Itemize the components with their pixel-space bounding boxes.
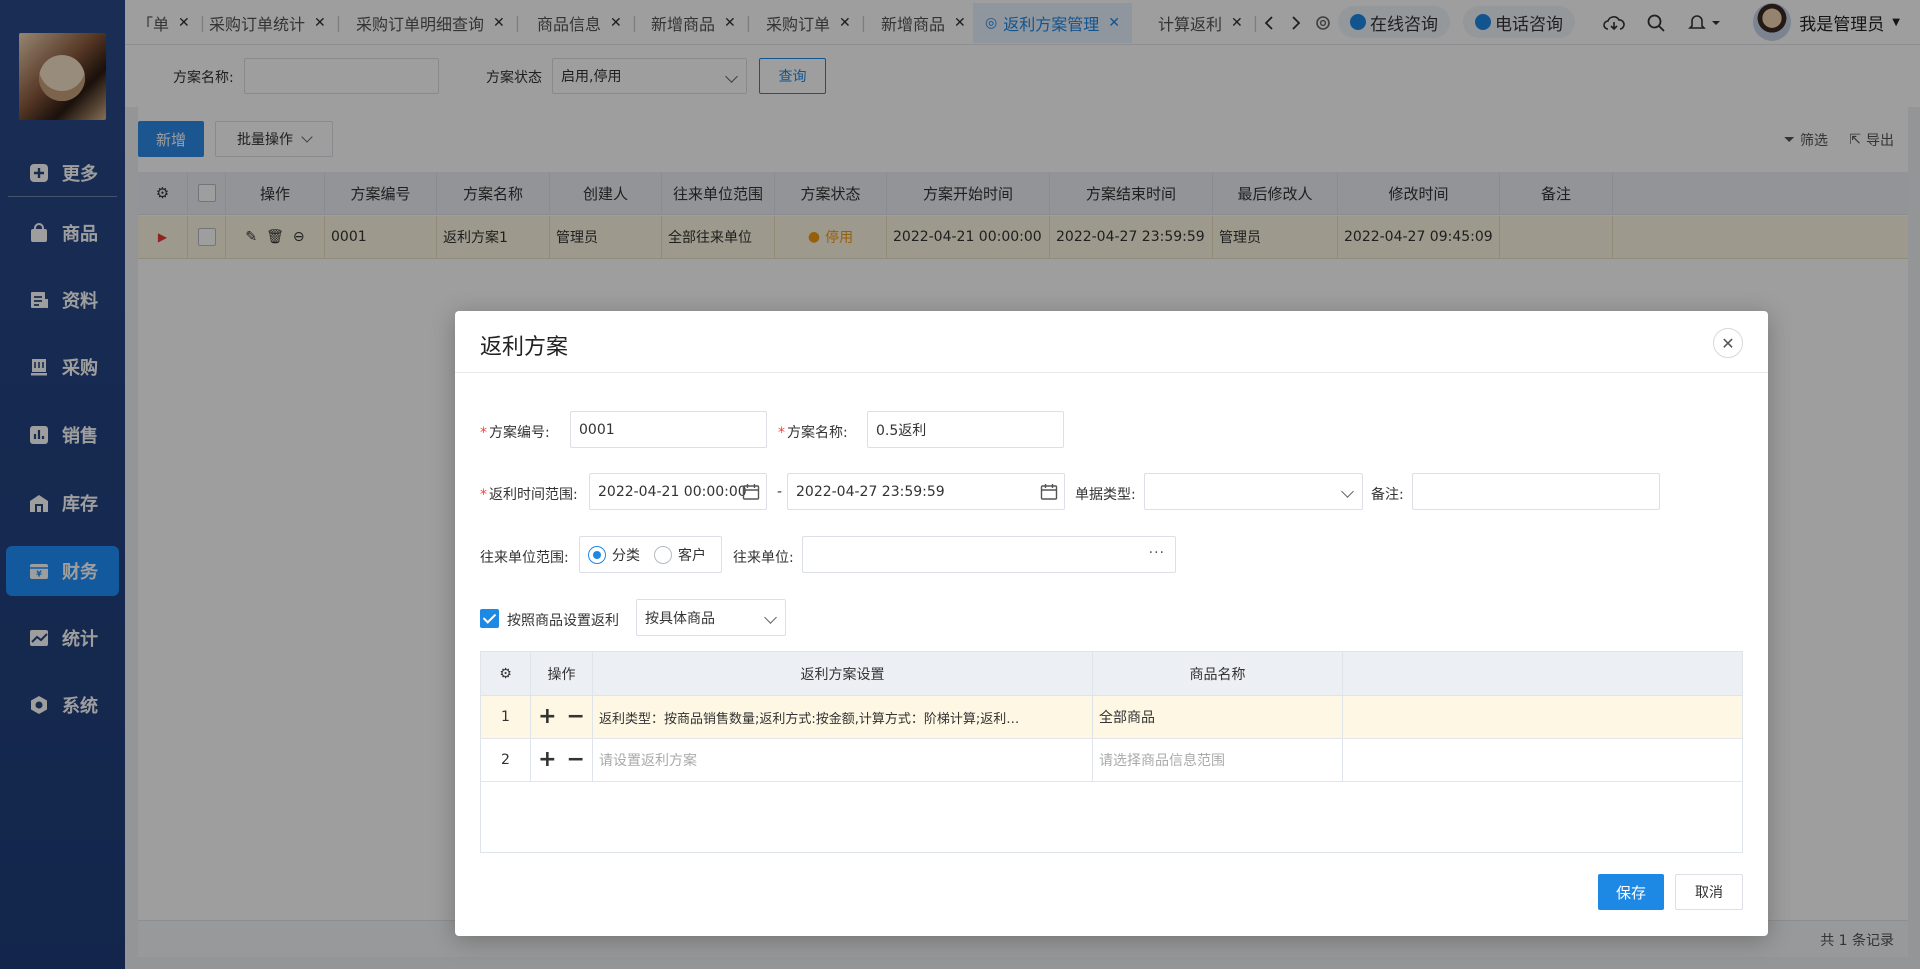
plan-name-label: * 方案名称: [778,425,848,441]
bill-type-select[interactable] [1144,473,1363,510]
table-row[interactable]: 1 + − 返利类型：按商品销售数量;返利方式:按金额,计算方式：阶梯计算;返利…… [481,696,1742,739]
unit-scope-label: 往来单位范围: [480,550,569,566]
range-start-input[interactable]: 2022-04-21 00:00:00 [589,473,767,510]
range-start-value: 2022-04-21 00:00:00 [598,483,747,500]
goods-name-cell[interactable]: 请选择商品信息范围 [1093,739,1343,781]
plan-name-label-text: 方案名称: [787,425,848,441]
more-icon[interactable]: ··· [1149,545,1165,561]
radio-category-label: 分类 [612,547,640,564]
chevron-down-icon [1341,485,1354,498]
rebate-table-header: ⚙ 操作 返利方案设置 商品名称 [481,652,1742,696]
gear-icon[interactable]: ⚙ [499,666,512,682]
column-header-blank [1343,652,1744,695]
cancel-button[interactable]: 取消 [1675,874,1743,910]
plus-icon[interactable]: + [538,706,556,728]
rebate-plan-dialog: 返利方案 ✕ * 方案编号: 0001 * 方案名称: 0.5返利 * 返利时间范围:… [455,311,1768,936]
blank-cell [1343,739,1744,781]
row-number: 2 [481,739,531,781]
chevron-down-icon [764,611,777,624]
column-header: 操作 [531,652,593,695]
minus-icon[interactable]: − [567,706,585,728]
column-settings[interactable]: ⚙ [481,652,531,695]
plus-icon[interactable]: + [538,749,556,771]
radio-customer[interactable] [654,545,672,564]
rebate-setting-table: ⚙ 操作 返利方案设置 商品名称 1 + − 返利类型：按商品销售数量;返利方式:… [480,651,1743,853]
plan-code-label: * 方案编号: [480,425,550,441]
plan-code-input[interactable]: 0001 [570,411,767,448]
column-header: 商品名称 [1093,652,1343,695]
by-goods-select[interactable]: 按具体商品 [636,599,786,636]
remark-input[interactable] [1412,473,1660,510]
row-actions: + − [531,696,593,738]
rebate-range-label-text: 返利时间范围: [489,487,578,503]
column-header: 返利方案设置 [593,652,1093,695]
remark-label: 备注: [1371,487,1404,503]
goods-name-cell[interactable]: 全部商品 [1093,696,1343,738]
row-actions: + − [531,739,593,781]
unit-label: 往来单位: [733,550,794,566]
minus-icon[interactable]: − [567,749,585,771]
plan-code-label-text: 方案编号: [489,425,550,441]
range-end-input[interactable]: 2022-04-27 23:59:59 [787,473,1065,510]
plan-name-input[interactable]: 0.5返利 [867,411,1064,448]
radio-customer-label: 客户 [678,547,706,564]
by-goods-checkbox[interactable] [480,609,499,628]
unit-scope-radio-group: 分类 客户 [579,536,722,573]
row-number: 1 [481,696,531,738]
dialog-title: 返利方案 [480,335,569,360]
radio-category[interactable] [588,545,606,564]
calendar-icon[interactable] [1040,483,1058,501]
blank-cell [1343,696,1744,738]
range-separator: - [777,484,783,500]
rebate-setting-cell[interactable]: 返利类型：按商品销售数量;返利方式:按金额,计算方式：阶梯计算;返利… [593,696,1093,738]
table-row[interactable]: 2 + − 请设置返利方案 请选择商品信息范围 [481,739,1742,782]
dialog-divider [455,372,1768,373]
bill-type-label: 单据类型: [1075,487,1136,503]
rebate-range-label: * 返利时间范围: [480,487,578,503]
close-icon: ✕ [1721,333,1735,353]
calendar-icon[interactable] [742,483,760,501]
close-button[interactable]: ✕ [1713,328,1743,358]
save-button[interactable]: 保存 [1598,874,1664,910]
by-goods-select-value: 按具体商品 [645,610,715,627]
range-end-value: 2022-04-27 23:59:59 [796,483,945,500]
unit-input[interactable]: ··· [802,536,1176,573]
by-goods-label: 按照商品设置返利 [507,613,619,629]
rebate-setting-cell[interactable]: 请设置返利方案 [593,739,1093,781]
